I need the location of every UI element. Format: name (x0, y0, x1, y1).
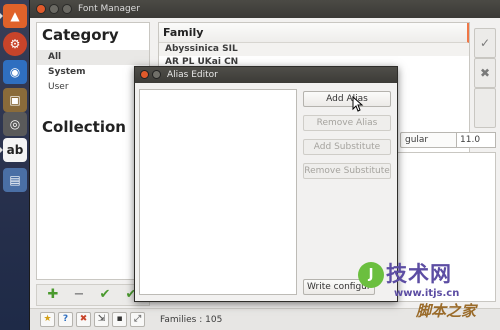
watermark: J 技术网 www.itjs.cn 脚本之家 (354, 258, 500, 330)
workspace-switcher-icon[interactable]: ▤ (3, 168, 27, 192)
camera-icon[interactable]: ◎ (3, 112, 27, 136)
photo-app-icon[interactable]: ▣ (3, 88, 27, 112)
category-heading: Category (42, 26, 119, 44)
right-controls: ✓ ✖ (474, 22, 496, 130)
window-close-button[interactable] (36, 4, 46, 14)
remove-substitute-button[interactable]: Remove Substitute (303, 163, 391, 179)
category-item-user[interactable]: User (37, 80, 149, 95)
dialog-minimize-button[interactable] (152, 70, 161, 79)
add-collection-icon[interactable]: ✚ (45, 287, 61, 303)
remove-collection-icon[interactable]: − (71, 287, 87, 303)
fullscreen-icon[interactable]: ⤢ (130, 312, 145, 327)
system-settings-icon[interactable]: ⚙ (3, 32, 27, 56)
font-manager-icon[interactable]: ab (0, 138, 27, 162)
family-row[interactable]: Abyssinica SIL (159, 43, 469, 56)
mouse-pointer-icon (352, 95, 364, 112)
favorite-icon[interactable]: ★ (40, 312, 55, 327)
category-item-system[interactable]: System (37, 65, 149, 80)
dialog-title: Alias Editor (167, 70, 218, 80)
export-icon[interactable]: ⇲ (94, 312, 109, 327)
window-minimize-button[interactable] (49, 4, 59, 14)
add-substitute-button[interactable]: Add Substitute (303, 139, 391, 155)
enable-collection-icon[interactable]: ✔ (97, 287, 113, 303)
help-icon[interactable]: ? (58, 312, 73, 327)
window-maximize-button[interactable] (62, 4, 72, 14)
tools-icon[interactable]: ✖ (76, 312, 91, 327)
dialog-close-button[interactable] (140, 70, 149, 79)
ubuntu-dash-icon[interactable]: ▲ (0, 4, 27, 28)
category-item-all[interactable]: All (37, 50, 149, 65)
alias-list[interactable] (139, 89, 297, 295)
dialog-titlebar: Alias Editor (135, 67, 397, 83)
collection-toolbar: ✚ − ✔ ✔ (36, 284, 150, 306)
add-alias-button[interactable]: Add Alias (303, 91, 391, 107)
firefox-icon[interactable]: ◉ (3, 60, 27, 84)
reject-x-icon[interactable]: ✖ (474, 58, 496, 88)
size-spinbox[interactable]: 11.0 (456, 132, 496, 148)
remove-alias-button[interactable]: Remove Alias (303, 115, 391, 131)
unity-launcher: ▲ ⚙ ◉ ▣ ◎ ab ▤ (0, 0, 30, 330)
side-scroll-area[interactable] (474, 88, 496, 128)
family-column-header[interactable]: Family (159, 23, 469, 43)
collection-heading: Collection (42, 118, 126, 136)
families-count: Families : 105 (160, 315, 223, 325)
watermark-logo: J (358, 262, 384, 288)
window-title: Font Manager (78, 4, 140, 14)
watermark-brand: 技术网 (386, 262, 452, 286)
category-panel: Category All System User Collection (36, 22, 150, 280)
watermark-subtitle: 脚本之家 (416, 302, 477, 320)
save-icon[interactable]: ▪ (112, 312, 127, 327)
window-titlebar: Font Manager (30, 0, 500, 18)
watermark-url: www.itjs.cn (394, 288, 460, 299)
apply-check-icon[interactable]: ✓ (474, 28, 496, 58)
